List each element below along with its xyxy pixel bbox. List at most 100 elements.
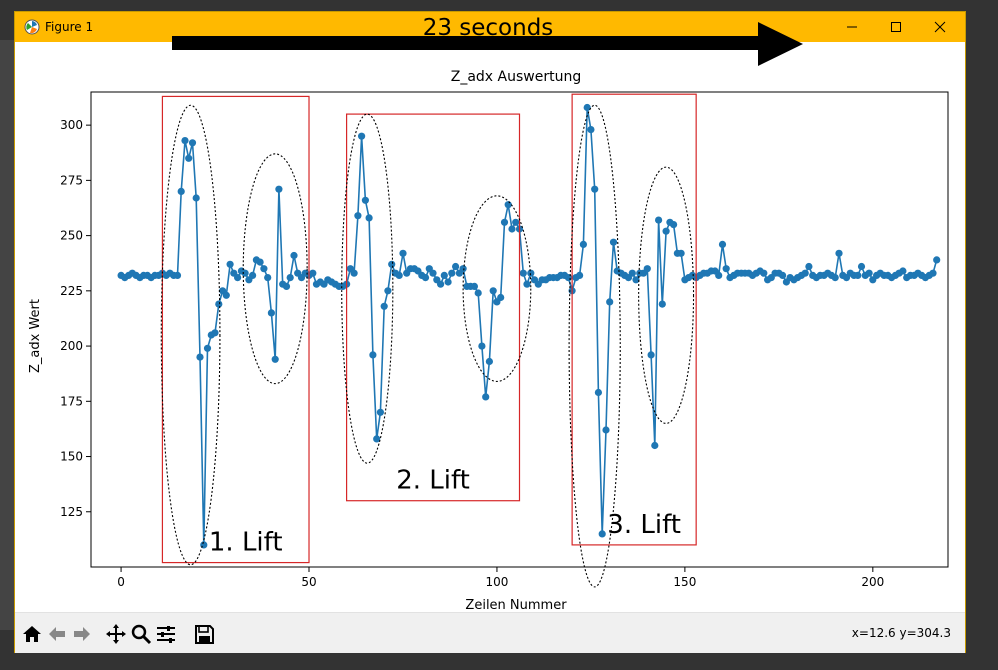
x-tick-label: 100 xyxy=(485,575,508,589)
data-point xyxy=(662,227,670,235)
data-point xyxy=(437,280,445,288)
data-point xyxy=(835,249,843,257)
chart: 0 50 100 150 200 125 150 175 200 225 250 275 300 1. … xyxy=(28,69,949,613)
data-point xyxy=(508,225,516,233)
lift-box xyxy=(345,113,521,502)
close-button[interactable] xyxy=(917,12,963,42)
data-point xyxy=(361,196,369,204)
series-line xyxy=(120,107,938,545)
data-point xyxy=(482,393,490,401)
chart-title: Z_adx Auswertung xyxy=(451,69,581,85)
data-point xyxy=(865,269,873,277)
home-icon[interactable] xyxy=(21,623,43,645)
lift-box xyxy=(161,95,310,564)
data-point xyxy=(249,271,257,279)
data-point xyxy=(399,249,407,257)
data-point xyxy=(677,249,685,257)
y-axis-label: Z_adx Wert xyxy=(28,299,43,373)
data-point xyxy=(591,185,599,193)
data-point xyxy=(226,260,234,268)
lift-label: 2. Lift xyxy=(396,466,470,496)
data-point xyxy=(598,530,606,538)
data-point xyxy=(489,287,497,295)
data-point xyxy=(365,214,373,222)
lift-box xyxy=(571,93,697,546)
data-point xyxy=(470,282,478,290)
data-point xyxy=(512,218,520,226)
data-point xyxy=(369,351,377,359)
data-point xyxy=(500,218,509,226)
data-point xyxy=(256,258,264,266)
data-point xyxy=(485,357,493,366)
data-point xyxy=(286,274,294,282)
data-point xyxy=(185,154,193,162)
data-point xyxy=(350,269,358,277)
forward-icon[interactable] xyxy=(71,623,93,645)
y-tick-label: 250 xyxy=(60,229,83,243)
configure-subplots-icon[interactable] xyxy=(155,623,177,645)
data-point xyxy=(854,271,862,279)
save-icon[interactable] xyxy=(193,623,215,645)
x-tick-label: 200 xyxy=(861,575,884,589)
figure-window: Figure 1 0 50 100 150 200 125 150 175 200 225 250 2… xyxy=(15,12,965,653)
lift-label: 1. Lift xyxy=(209,528,283,558)
data-point xyxy=(933,256,941,264)
data-point xyxy=(234,274,242,282)
pan-icon[interactable] xyxy=(105,623,127,645)
data-point xyxy=(602,426,610,434)
figure-canvas[interactable]: 0 50 100 150 200 125 150 175 200 225 250 275 300 1. … xyxy=(15,42,965,613)
data-point xyxy=(275,185,283,193)
data-point xyxy=(282,282,291,290)
close-icon xyxy=(934,21,946,33)
data-point xyxy=(309,269,317,277)
data-point xyxy=(211,329,219,337)
background-app-strip xyxy=(0,40,15,630)
data-point xyxy=(421,274,430,282)
matplotlib-icon xyxy=(24,19,40,35)
title-bar[interactable]: Figure 1 xyxy=(15,12,965,42)
minimize-icon xyxy=(847,26,857,28)
y-tick-label: 175 xyxy=(60,394,83,408)
data-point xyxy=(384,287,392,295)
y-tick-label: 225 xyxy=(60,284,83,298)
maximize-button[interactable] xyxy=(873,12,919,42)
data-point xyxy=(523,280,531,288)
data-point xyxy=(670,221,678,229)
data-point xyxy=(440,271,448,279)
cursor-coordinates: x=12.6 y=304.3 xyxy=(851,626,951,640)
data-point xyxy=(203,344,212,352)
data-point xyxy=(173,271,182,279)
data-point xyxy=(260,265,268,273)
data-point xyxy=(606,298,614,306)
zoom-icon[interactable] xyxy=(130,623,152,645)
data-point xyxy=(527,269,535,277)
data-point xyxy=(354,212,362,220)
data-point xyxy=(587,126,595,134)
data-point xyxy=(628,269,636,277)
data-point xyxy=(722,265,730,273)
x-tick-label: 0 xyxy=(117,575,125,589)
maximize-icon xyxy=(891,22,901,32)
data-point xyxy=(497,293,505,302)
data-point xyxy=(222,291,230,299)
highlight-ellipse xyxy=(638,166,695,424)
data-point xyxy=(658,300,666,308)
data-point xyxy=(177,187,185,195)
data-point xyxy=(478,342,486,350)
data-point xyxy=(267,309,275,317)
data-point xyxy=(264,274,272,282)
minimize-button[interactable] xyxy=(829,12,875,42)
data-point xyxy=(459,265,467,273)
data-point xyxy=(899,267,907,275)
data-point xyxy=(241,269,249,277)
x-tick-label: 150 xyxy=(673,575,696,589)
y-tick-label: 125 xyxy=(60,505,83,519)
data-point xyxy=(444,278,452,286)
data-point xyxy=(647,351,655,359)
data-point xyxy=(760,269,768,277)
data-point xyxy=(576,271,584,279)
data-point xyxy=(651,441,659,450)
y-tick-label: 150 xyxy=(60,450,83,464)
back-icon[interactable] xyxy=(46,623,68,645)
data-point xyxy=(429,269,437,277)
